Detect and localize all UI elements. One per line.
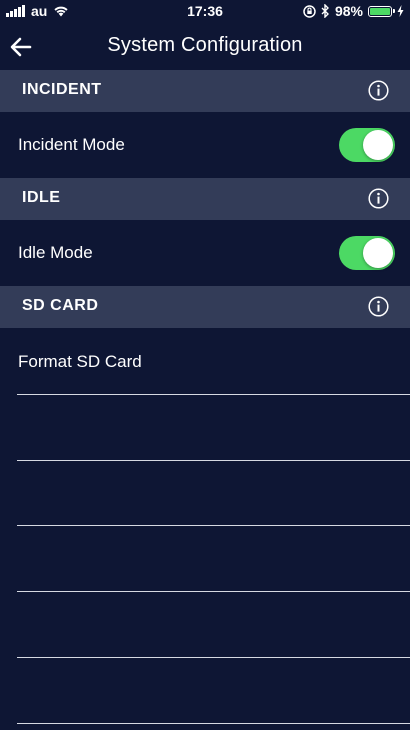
toggle-knob bbox=[363, 130, 393, 160]
list-divider bbox=[17, 460, 410, 461]
format-sd-card-label: Format SD Card bbox=[18, 352, 142, 371]
bluetooth-icon bbox=[321, 4, 329, 18]
list-divider bbox=[17, 591, 410, 592]
navigation-bar: System Configuration bbox=[0, 24, 410, 70]
idle-mode-toggle[interactable] bbox=[339, 236, 395, 270]
status-right: 98% bbox=[303, 3, 404, 19]
toggle-knob bbox=[363, 238, 393, 268]
section-label-incident: INCIDENT bbox=[22, 81, 102, 98]
page-title: System Configuration bbox=[107, 34, 303, 56]
battery-percent: 98% bbox=[334, 3, 363, 19]
list-divider bbox=[17, 723, 410, 724]
incident-mode-row: Incident Mode bbox=[0, 112, 410, 178]
idle-mode-row: Idle Mode bbox=[0, 220, 410, 286]
section-header-sd-card: SD CARD bbox=[0, 286, 410, 328]
rotation-lock-icon bbox=[303, 4, 316, 18]
status-bar: au 17:36 98% bbox=[0, 0, 410, 24]
section-label-idle: IDLE bbox=[22, 189, 61, 206]
incident-mode-toggle[interactable] bbox=[339, 128, 395, 162]
info-icon[interactable] bbox=[368, 80, 389, 101]
list-divider bbox=[17, 394, 410, 395]
info-icon[interactable] bbox=[368, 188, 389, 209]
battery-icon bbox=[368, 5, 395, 17]
charging-icon bbox=[397, 5, 404, 17]
info-icon[interactable] bbox=[368, 296, 389, 317]
format-sd-card-row[interactable]: Format SD Card bbox=[0, 328, 410, 394]
section-header-incident: INCIDENT bbox=[0, 70, 410, 112]
list-divider bbox=[17, 657, 410, 658]
incident-mode-label: Incident Mode bbox=[18, 135, 125, 154]
idle-mode-label: Idle Mode bbox=[18, 243, 93, 262]
section-header-idle: IDLE bbox=[0, 178, 410, 220]
list-divider bbox=[17, 525, 410, 526]
section-label-sd-card: SD CARD bbox=[22, 297, 99, 314]
